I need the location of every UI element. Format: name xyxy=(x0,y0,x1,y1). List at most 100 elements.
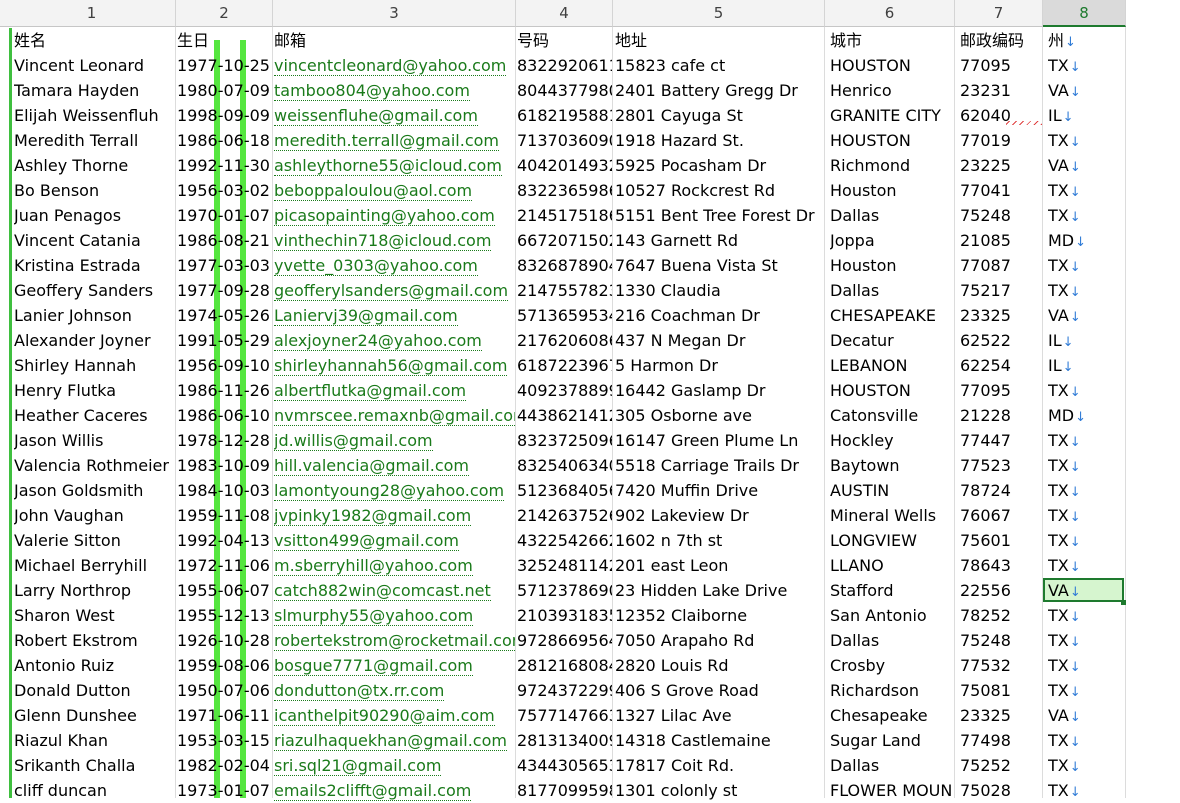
cell-address[interactable]: 1918 Hazard St. xyxy=(615,128,824,153)
cell-state[interactable]: TX↓ xyxy=(1048,378,1125,403)
cell-state[interactable]: TX↓ xyxy=(1048,628,1125,653)
cell-address[interactable]: 305 Osborne ave xyxy=(615,403,824,428)
cell-zip[interactable]: 62254 xyxy=(960,353,1042,378)
cell-email[interactable]: vincentcleonard@yahoo.com xyxy=(274,53,515,78)
cell-city[interactable]: Baytown xyxy=(830,453,954,478)
cell-birthday[interactable]: 1959-11-08 xyxy=(177,503,272,528)
cell-address[interactable]: 16442 Gaslamp Dr xyxy=(615,378,824,403)
cell-address[interactable]: 1327 Lilac Ave xyxy=(615,703,824,728)
cell-address[interactable]: 17817 Coit Rd. xyxy=(615,753,824,778)
header-cell-city[interactable]: 城市 xyxy=(830,28,954,53)
cell-city[interactable]: Richmond xyxy=(830,153,954,178)
cell-state[interactable]: TX↓ xyxy=(1048,778,1125,803)
cell-phone[interactable]: 9728669564 xyxy=(517,628,612,653)
cell-address[interactable]: 406 S Grove Road xyxy=(615,678,824,703)
cell-phone[interactable]: 8325406340 xyxy=(517,453,612,478)
cell-zip[interactable]: 23231 xyxy=(960,78,1042,103)
cell-email[interactable]: lamontyoung28@yahoo.com xyxy=(274,478,515,503)
cell-zip[interactable]: 77498 xyxy=(960,728,1042,753)
cell-city[interactable]: Sugar Land xyxy=(830,728,954,753)
cell-phone[interactable]: 4344305653 xyxy=(517,753,612,778)
cell-phone[interactable]: 5712378690 xyxy=(517,578,612,603)
cell-name[interactable]: Antonio Ruiz xyxy=(14,653,175,678)
cell-birthday[interactable]: 1978-12-28 xyxy=(177,428,272,453)
cell-address[interactable]: 5 Harmon Dr xyxy=(615,353,824,378)
column-header-3[interactable]: 3 xyxy=(273,0,516,27)
cell-phone[interactable]: 4042014932 xyxy=(517,153,612,178)
cell-email[interactable]: dondutton@tx.rr.com xyxy=(274,678,515,703)
cell-birthday[interactable]: 1955-12-13 xyxy=(177,603,272,628)
cell-birthday[interactable]: 1953-03-15 xyxy=(177,728,272,753)
cell-zip[interactable]: 23325 xyxy=(960,703,1042,728)
cell-address[interactable]: 143 Garnett Rd xyxy=(615,228,824,253)
cell-birthday[interactable]: 1986-06-10 xyxy=(177,403,272,428)
cell-state[interactable]: IL↓ xyxy=(1048,353,1125,378)
cell-zip[interactable]: 22556 xyxy=(960,578,1042,603)
cell-name[interactable]: Geoffery Sanders xyxy=(14,278,175,303)
cell-city[interactable]: Joppa xyxy=(830,228,954,253)
cell-name[interactable]: Elijah Weissenfluh xyxy=(14,103,175,128)
cell-name[interactable]: cliff duncan xyxy=(14,778,175,803)
cell-name[interactable]: Meredith Terrall xyxy=(14,128,175,153)
cell-name[interactable]: Heather Caceres xyxy=(14,403,175,428)
cell-birthday[interactable]: 1983-10-09 xyxy=(177,453,272,478)
cell-address[interactable]: 10527 Rockcrest Rd xyxy=(615,178,824,203)
cell-address[interactable]: 5518 Carriage Trails Dr xyxy=(615,453,824,478)
cell-city[interactable]: Dallas xyxy=(830,278,954,303)
cell-zip[interactable]: 77532 xyxy=(960,653,1042,678)
cell-address[interactable]: 1301 colonly st xyxy=(615,778,824,803)
cell-state[interactable]: VA↓ xyxy=(1048,78,1125,103)
cell-name[interactable]: Ashley Thorne xyxy=(14,153,175,178)
cell-zip[interactable]: 75248 xyxy=(960,628,1042,653)
cell-address[interactable]: 201 east Leon xyxy=(615,553,824,578)
cell-city[interactable]: Stafford xyxy=(830,578,954,603)
cell-birthday[interactable]: 1986-06-18 xyxy=(177,128,272,153)
cell-zip[interactable]: 75601 xyxy=(960,528,1042,553)
cell-phone[interactable]: 4322542662 xyxy=(517,528,612,553)
cell-email[interactable]: alexjoyner24@yahoo.com xyxy=(274,328,515,353)
cell-birthday[interactable]: 1977-09-28 xyxy=(177,278,272,303)
cell-name[interactable]: Lanier Johnson xyxy=(14,303,175,328)
cell-zip[interactable]: 77019 xyxy=(960,128,1042,153)
header-cell-zip[interactable]: 邮政编码 xyxy=(960,28,1042,53)
cell-state[interactable]: TX↓ xyxy=(1048,603,1125,628)
cell-address[interactable]: 437 N Megan Dr xyxy=(615,328,824,353)
cell-birthday[interactable]: 1984-10-03 xyxy=(177,478,272,503)
cell-email[interactable]: emails2clifft@gmail.com xyxy=(274,778,515,803)
cell-state[interactable]: TX↓ xyxy=(1048,678,1125,703)
cell-address[interactable]: 1602 n 7th st xyxy=(615,528,824,553)
cell-phone[interactable]: 2813134009 xyxy=(517,728,612,753)
cell-birthday[interactable]: 1986-08-21 xyxy=(177,228,272,253)
column-header-2[interactable]: 2 xyxy=(176,0,273,27)
cell-name[interactable]: Tamara Hayden xyxy=(14,78,175,103)
cell-zip[interactable]: 23325 xyxy=(960,303,1042,328)
cell-city[interactable]: Dallas xyxy=(830,203,954,228)
cell-birthday[interactable]: 1970-01-07 xyxy=(177,203,272,228)
cell-state[interactable]: TX↓ xyxy=(1048,528,1125,553)
cell-email[interactable]: riazulhaquekhan@gmail.com xyxy=(274,728,515,753)
cell-name[interactable]: Shirley Hannah xyxy=(14,353,175,378)
cell-phone[interactable]: 2145175186 xyxy=(517,203,612,228)
cell-city[interactable]: Henrico xyxy=(830,78,954,103)
cell-birthday[interactable]: 1950-07-06 xyxy=(177,678,272,703)
cell-email[interactable]: vsitton499@gmail.com xyxy=(274,528,515,553)
cell-state[interactable]: TX↓ xyxy=(1048,53,1125,78)
cell-phone[interactable]: 8326878904 xyxy=(517,253,612,278)
cell-name[interactable]: Henry Flutka xyxy=(14,378,175,403)
cell-email[interactable]: hill.valencia@gmail.com xyxy=(274,453,515,478)
cell-email[interactable]: beboppaloulou@aol.com xyxy=(274,178,515,203)
cell-phone[interactable]: 8322365986 xyxy=(517,178,612,203)
cell-name[interactable]: Valencia Rothmeier xyxy=(14,453,175,478)
cell-name[interactable]: John Vaughan xyxy=(14,503,175,528)
cell-phone[interactable]: 6182195881 xyxy=(517,103,612,128)
cell-zip[interactable]: 77087 xyxy=(960,253,1042,278)
cell-address[interactable]: 902 Lakeview Dr xyxy=(615,503,824,528)
cell-birthday[interactable]: 1991-05-29 xyxy=(177,328,272,353)
header-cell-state[interactable]: 州↓ xyxy=(1048,28,1125,53)
cell-state[interactable]: TX↓ xyxy=(1048,453,1125,478)
cell-phone[interactable]: 5713659534 xyxy=(517,303,612,328)
cell-phone[interactable]: 7137036090 xyxy=(517,128,612,153)
cell-address[interactable]: 2401 Battery Gregg Dr xyxy=(615,78,824,103)
cell-state[interactable]: MD↓ xyxy=(1048,403,1125,428)
cell-phone[interactable]: 2176206086 xyxy=(517,328,612,353)
